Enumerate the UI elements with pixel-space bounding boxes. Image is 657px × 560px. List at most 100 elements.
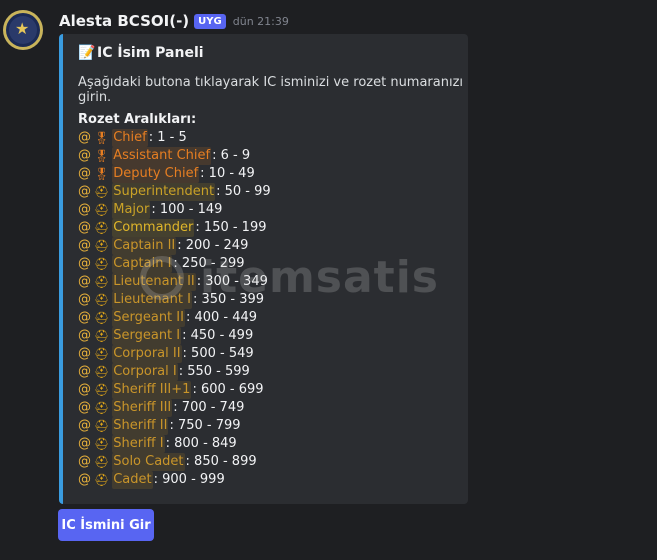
role-range-row: @ ⛑ Sheriff III: 700 - 749 [78, 399, 271, 417]
role-mention[interactable]: Corporal I [112, 363, 178, 381]
role-mention-at[interactable]: @ [78, 147, 91, 165]
memo-icon: 📝 [78, 45, 96, 61]
role-mention[interactable]: Corporal II [112, 345, 182, 363]
medal-icon: 🎖 [94, 149, 110, 163]
role-mention-at[interactable]: @ [78, 435, 91, 453]
role-range-row: @ ⛑ Sheriff I: 800 - 849 [78, 435, 271, 453]
hat-icon: ⛑ [94, 437, 110, 451]
role-mention-at[interactable]: @ [78, 291, 91, 309]
role-mention-at[interactable]: @ [78, 309, 91, 327]
hat-icon: ⛑ [94, 365, 110, 379]
role-mention[interactable]: Sergeant II [112, 309, 185, 327]
role-mention-at[interactable]: @ [78, 129, 91, 147]
message-header: Alesta BCSOI(-) UYG dün 21:39 [59, 11, 289, 31]
badge-range: : 300 - 349 [196, 274, 268, 289]
role-mention-at[interactable]: @ [78, 399, 91, 417]
role-mention-at[interactable]: @ [78, 417, 91, 435]
role-mention[interactable]: Lieutenant I [112, 291, 192, 309]
role-mention[interactable]: Commander [112, 219, 195, 237]
role-mention[interactable]: Sergeant I [112, 327, 182, 345]
role-range-row: @ 🎖 Chief: 1 - 5 [78, 129, 271, 147]
role-mention[interactable]: Chief [112, 129, 148, 147]
role-range-row: @ ⛑ Lieutenant II: 300 - 349 [78, 273, 271, 291]
role-mention-at[interactable]: @ [78, 471, 91, 489]
role-mention-at[interactable]: @ [78, 327, 91, 345]
hat-icon: ⛑ [94, 185, 110, 199]
role-mention-at[interactable]: @ [78, 183, 91, 201]
ic-name-button[interactable]: IC İsmini Gir [58, 509, 154, 541]
role-range-list: @ 🎖 Chief: 1 - 5 @ 🎖 Assistant Chief: 6 - 9 @ 🎖… [78, 129, 271, 489]
hat-icon: ⛑ [94, 401, 110, 415]
badge-star-icon: ★ [15, 19, 30, 38]
badge-range: : 6 - 9 [212, 148, 251, 163]
hat-icon: ⛑ [94, 329, 110, 343]
hat-icon: ⛑ [94, 203, 110, 217]
medal-icon: 🎖 [94, 131, 110, 145]
role-mention-at[interactable]: @ [78, 237, 91, 255]
role-range-row: @ 🎖 Deputy Chief: 10 - 49 [78, 165, 271, 183]
role-range-row: @ ⛑ Sheriff II: 750 - 799 [78, 417, 271, 435]
role-range-row: @ ⛑ Superintendent: 50 - 99 [78, 183, 271, 201]
badge-range: : 350 - 399 [192, 292, 265, 307]
hat-icon: ⛑ [94, 257, 110, 271]
role-range-row: @ ⛑ Lieutenant I: 350 - 399 [78, 291, 271, 309]
role-mention[interactable]: Captain II [112, 237, 177, 255]
hat-icon: ⛑ [94, 239, 110, 253]
badge-range: : 500 - 549 [182, 346, 254, 361]
hat-icon: ⛑ [94, 275, 110, 289]
badge-range: : 900 - 999 [153, 472, 225, 487]
role-range-row: @ 🎖 Assistant Chief: 6 - 9 [78, 147, 271, 165]
role-mention[interactable]: Assistant Chief [112, 147, 212, 165]
hat-icon: ⛑ [94, 221, 110, 235]
role-range-row: @ ⛑ Sheriff III+1: 600 - 699 [78, 381, 271, 399]
role-mention[interactable]: Cadet [112, 471, 153, 489]
username[interactable]: Alesta BCSOI(-) [59, 12, 189, 30]
hat-icon: ⛑ [94, 455, 110, 469]
role-range-row: @ ⛑ Captain I: 250 - 299 [78, 255, 271, 273]
badge-range: : 10 - 49 [200, 166, 255, 181]
embed-title: 📝 IC İsim Paneli [78, 45, 204, 61]
role-mention[interactable]: Major [112, 201, 151, 219]
server-tag[interactable]: UYG [194, 13, 226, 29]
hat-icon: ⛑ [94, 347, 110, 361]
role-mention[interactable]: Deputy Chief [112, 165, 200, 183]
badge-range: : 450 - 499 [182, 328, 254, 343]
role-mention-at[interactable]: @ [78, 363, 91, 381]
role-mention-at[interactable]: @ [78, 201, 91, 219]
role-mention[interactable]: Sheriff I [112, 435, 165, 453]
role-range-row: @ ⛑ Sergeant II: 400 - 449 [78, 309, 271, 327]
badge-range: : 700 - 749 [173, 400, 245, 415]
role-mention[interactable]: Sheriff III+1 [112, 381, 192, 399]
role-mention[interactable]: Solo Cadet [112, 453, 185, 471]
role-mention[interactable]: Superintendent [112, 183, 216, 201]
badge-range: : 200 - 249 [177, 238, 249, 253]
hat-icon: ⛑ [94, 419, 110, 433]
role-mention[interactable]: Sheriff II [112, 417, 169, 435]
role-mention[interactable]: Captain I [112, 255, 173, 273]
role-mention-at[interactable]: @ [78, 345, 91, 363]
medal-icon: 🎖 [94, 167, 110, 181]
badge-range: : 800 - 849 [165, 436, 237, 451]
hat-icon: ⛑ [94, 473, 110, 487]
role-mention-at[interactable]: @ [78, 381, 91, 399]
embed-card: 📝 IC İsim Paneli Aşağıdaki butona tıklay… [59, 34, 468, 504]
embed-description: Aşağıdaki butona tıklayarak IC isminizi … [78, 75, 464, 105]
role-mention[interactable]: Sheriff III [112, 399, 173, 417]
badge-range: : 1 - 5 [148, 130, 187, 145]
role-mention[interactable]: Lieutenant II [112, 273, 196, 291]
role-mention-at[interactable]: @ [78, 273, 91, 291]
badge-range: : 750 - 799 [169, 418, 241, 433]
role-mention-at[interactable]: @ [78, 255, 91, 273]
role-mention-at[interactable]: @ [78, 453, 91, 471]
role-range-row: @ ⛑ Corporal II: 500 - 549 [78, 345, 271, 363]
hat-icon: ⛑ [94, 311, 110, 325]
role-mention-at[interactable]: @ [78, 165, 91, 183]
embed-title-text: IC İsim Paneli [97, 45, 204, 61]
avatar[interactable]: ★ [3, 10, 43, 50]
timestamp: dün 21:39 [232, 14, 289, 28]
hat-icon: ⛑ [94, 383, 110, 397]
badge-range: : 400 - 449 [185, 310, 258, 325]
role-range-row: @ ⛑ Captain II: 200 - 249 [78, 237, 271, 255]
role-mention-at[interactable]: @ [78, 219, 91, 237]
badge-range: : 50 - 99 [216, 184, 271, 199]
